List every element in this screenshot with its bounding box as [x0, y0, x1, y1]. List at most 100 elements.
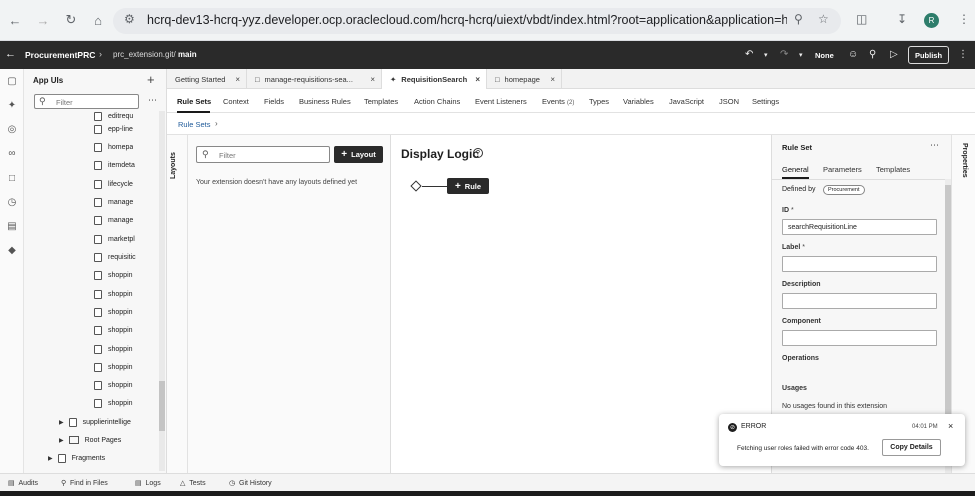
add-layout-button[interactable]: + Layout	[334, 146, 383, 163]
more-icon[interactable]: ⋯	[148, 95, 157, 106]
tree-item[interactable]: ▶ supplierintellige	[59, 415, 131, 429]
document-icon[interactable]: □	[5, 171, 19, 185]
extensions-icon[interactable]: ◫	[856, 12, 867, 26]
download-icon[interactable]: ↧	[897, 12, 907, 26]
tree-item[interactable]: itemdeta	[94, 158, 135, 172]
tree-item[interactable]: shoppin	[94, 287, 133, 301]
url-text[interactable]: hcrq-dev13-hcrq-yyz.developer.ocp.oracle…	[147, 13, 787, 27]
start-node[interactable]	[410, 180, 422, 192]
undo-icon[interactable]: ↶	[745, 49, 753, 60]
subnav-action-chains[interactable]: Action Chains	[414, 97, 460, 106]
tree-item[interactable]: shoppin	[94, 342, 133, 356]
subnav-fields[interactable]: Fields	[264, 97, 284, 106]
tab-homepage[interactable]: □ homepage ×	[487, 69, 562, 89]
close-icon[interactable]: ×	[475, 75, 480, 84]
layout-filter-input[interactable]: ⚲ Filter	[196, 146, 330, 163]
more-icon[interactable]: ⋮	[958, 49, 968, 60]
add-icon[interactable]: +	[147, 72, 155, 87]
subnav-javascript[interactable]: JavaScript	[669, 97, 704, 106]
subnav-templates[interactable]: Templates	[364, 97, 398, 106]
subnav-business-rules[interactable]: Business Rules	[299, 97, 351, 106]
find-in-files-button[interactable]: ⚲ Find in Files	[61, 479, 108, 487]
tree-item[interactable]: shoppin	[94, 378, 133, 392]
logs-button[interactable]: ▤ Logs	[135, 479, 161, 487]
subnav-context[interactable]: Context	[223, 97, 249, 106]
subnav-variables[interactable]: Variables	[623, 97, 654, 106]
copy-details-button[interactable]: Copy Details	[882, 439, 941, 456]
close-icon[interactable]: ×	[235, 75, 240, 84]
tree-item[interactable]: ▶ Root Pages	[59, 433, 121, 447]
subnav-types[interactable]: Types	[589, 97, 609, 106]
scrollbar-thumb[interactable]	[159, 381, 165, 431]
subnav-settings[interactable]: Settings	[752, 97, 779, 106]
tree-item[interactable]: editrequ	[94, 109, 133, 123]
tree-item[interactable]: ▶ Fragments	[48, 451, 105, 465]
back-icon[interactable]: ←	[5, 48, 16, 60]
tab-parameters[interactable]: Parameters	[823, 165, 862, 174]
chevron-down-icon[interactable]: ▾	[799, 51, 803, 59]
component-field[interactable]	[782, 330, 937, 346]
redo-icon[interactable]: ↷	[780, 49, 788, 60]
subnav-rule-sets[interactable]: Rule Sets	[177, 97, 211, 106]
publish-button[interactable]: Publish	[908, 46, 949, 64]
app-filter-input[interactable]: ⚲ Filter	[34, 94, 139, 109]
subnav-json[interactable]: JSON	[719, 97, 739, 106]
tests-button[interactable]: △ Tests	[180, 479, 206, 487]
tree-item[interactable]: lifecycle	[94, 177, 133, 191]
git-history-button[interactable]: ◷ Git History	[229, 479, 272, 487]
more-icon[interactable]: ⋯	[930, 140, 939, 151]
page-icon[interactable]: ▤	[5, 219, 19, 233]
target-icon[interactable]: ◎	[5, 122, 19, 136]
app-title[interactable]: ProcurementPRC	[25, 50, 95, 60]
breadcrumb-rule-sets[interactable]: Rule Sets	[178, 120, 211, 129]
tree-item[interactable]: manage	[94, 195, 133, 209]
tab-manage-requisitions[interactable]: □ manage-requisitions-sea... ×	[247, 69, 382, 89]
label-field[interactable]	[782, 256, 937, 272]
close-icon[interactable]: ×	[550, 75, 555, 84]
browser-menu-icon[interactable]: ⋮	[958, 12, 970, 26]
caret-right-icon[interactable]: ▶	[48, 455, 53, 462]
description-field[interactable]	[782, 293, 937, 309]
tree-item[interactable]: shoppin	[94, 305, 133, 319]
caret-right-icon[interactable]: ▶	[59, 437, 64, 444]
tab-templates[interactable]: Templates	[876, 165, 910, 174]
tree-item[interactable]: shoppin	[94, 396, 133, 410]
tab-general[interactable]: General	[782, 165, 809, 174]
close-icon[interactable]: ×	[370, 75, 375, 84]
diamond-icon[interactable]: ◆	[5, 243, 19, 257]
close-icon[interactable]: ×	[948, 421, 953, 431]
tree-item[interactable]: shoppin	[94, 360, 133, 374]
bookmark-star-icon[interactable]: ☆	[818, 12, 829, 26]
profile-avatar[interactable]: R	[924, 13, 939, 28]
monitor-icon[interactable]: ▢	[5, 74, 19, 88]
locale-selector[interactable]: None	[815, 51, 834, 60]
site-settings-icon[interactable]: ⚙	[124, 12, 135, 26]
help-icon[interactable]: ?	[473, 148, 483, 158]
tree-item[interactable]: epp-line	[94, 122, 133, 136]
tree-item[interactable]: shoppin	[94, 268, 133, 282]
tree-item[interactable]: shoppin	[94, 323, 133, 337]
forward-arrow-icon[interactable]: →	[34, 11, 52, 29]
play-icon[interactable]: ▷	[890, 49, 898, 60]
repo-branch[interactable]: prc_extension.git/ main	[113, 50, 197, 59]
home-icon[interactable]: ⌂	[89, 11, 107, 29]
search-icon[interactable]: ⚲	[869, 49, 876, 60]
tree-item[interactable]: marketpl	[94, 232, 135, 246]
back-arrow-icon[interactable]: ←	[6, 11, 24, 29]
subnav-event-listeners[interactable]: Event Listeners	[475, 97, 527, 106]
tab-requisition-search[interactable]: ✦ RequisitionSearch ×	[382, 69, 487, 89]
id-field[interactable]: searchRequisitionLine	[782, 219, 937, 235]
tab-getting-started[interactable]: Getting Started ×	[167, 69, 247, 89]
tree-item[interactable]: requisitic	[94, 250, 136, 264]
caret-right-icon[interactable]: ▶	[59, 419, 64, 426]
tree-scrollbar[interactable]	[159, 111, 165, 471]
link-icon[interactable]: ∞	[5, 146, 19, 160]
subnav-events[interactable]: Events (2)	[542, 97, 574, 106]
tree-item[interactable]: manage	[94, 213, 133, 227]
audits-button[interactable]: ▤ Audits	[8, 479, 38, 487]
zoom-icon[interactable]: ⚲	[794, 12, 803, 26]
add-rule-button[interactable]: + Rule	[447, 178, 489, 194]
globe-icon[interactable]: ◷	[5, 195, 19, 209]
layouts-side-tab[interactable]: Layouts	[167, 135, 188, 473]
lightning-icon[interactable]: ✦	[5, 98, 19, 112]
